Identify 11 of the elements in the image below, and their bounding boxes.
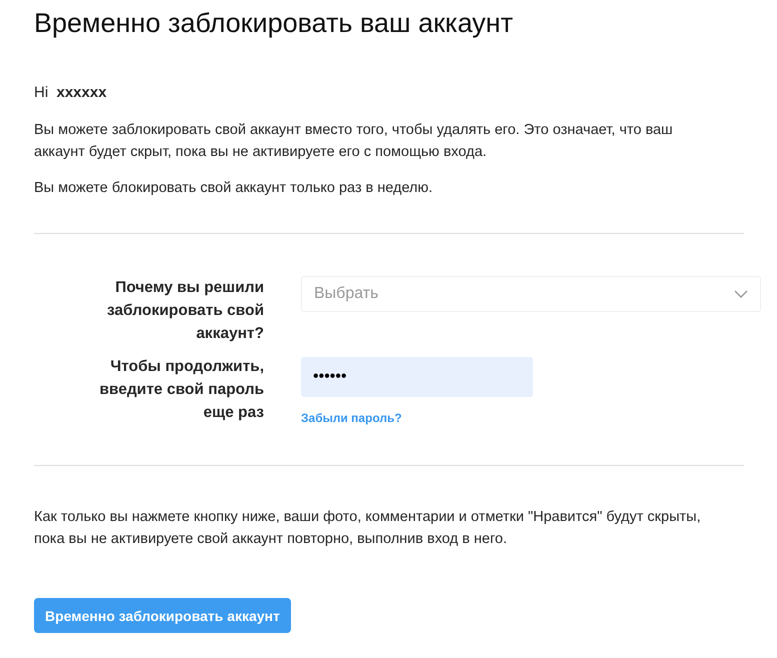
password-field[interactable]: •••••• xyxy=(301,357,533,397)
chevron-down-icon xyxy=(734,290,748,298)
page-title: Временно заблокировать ваш аккаунт xyxy=(34,7,514,40)
forgot-password-link[interactable]: Забыли пароль? xyxy=(301,411,402,425)
reason-dropdown[interactable]: Выбрать xyxy=(301,276,761,312)
reason-label: Почему вы решили заблокировать свой аккаунт? xyxy=(106,278,264,344)
password-label: Чтобы продолжить, введите свой пароль еще раз xyxy=(98,357,264,423)
greeting: Hi xxxxxx xyxy=(34,84,108,101)
notice-text: Как только вы нажмете кнопку ниже, ваши фото, комментарии и отметки "Нравится" будут скрыты, пока вы не активируете свой аккаунт повторно, выполнив вход в него. xyxy=(34,508,702,549)
info-text: Вы можете заблокировать свой аккаунт вместо того, чтобы удалять его. Это означает, что ваш аккаунт будет скрыт, пока вы не активируете его с помощью входа. xyxy=(34,121,674,162)
info-text: Вы можете блокировать свой аккаунт только раз в неделю. xyxy=(34,179,434,198)
